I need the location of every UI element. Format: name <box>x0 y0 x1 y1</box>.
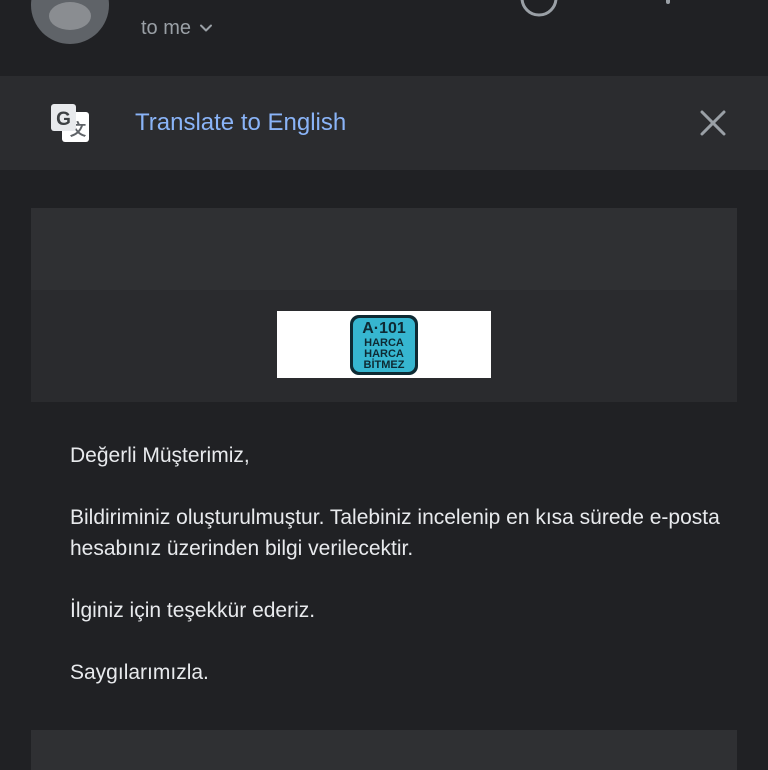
svg-text:G: G <box>56 109 71 130</box>
email-body: Değerli Müşterimiz, Bildiriminiz oluştur… <box>70 440 720 719</box>
person-avatar-icon <box>49 2 91 30</box>
body-paragraph: Bildiriminiz oluşturulmuştur. Talebiniz … <box>70 506 720 560</box>
more-options-icon[interactable] <box>666 0 670 4</box>
svg-text:A·101: A·101 <box>362 320 406 337</box>
closing-paragraph: Saygılarımızla. <box>70 661 209 684</box>
recipient-details-toggle[interactable]: to me <box>141 16 213 40</box>
recipient-label: to me <box>141 16 192 39</box>
greeting-paragraph: Değerli Müşterimiz, <box>70 444 250 467</box>
translate-bar <box>0 76 768 170</box>
brand-logo-banner: A·101 HARCA HARCA BİTMEZ <box>277 311 491 378</box>
chevron-down-icon <box>200 24 213 32</box>
email-footer-banner <box>31 730 737 770</box>
thanks-paragraph: İlginiz için teşekkür ederiz. <box>70 599 316 622</box>
emoji-react-icon[interactable] <box>519 0 559 18</box>
svg-text:BİTMEZ: BİTMEZ <box>364 358 405 371</box>
email-header-banner <box>31 208 737 290</box>
sender-avatar[interactable] <box>31 0 109 44</box>
translate-to-english-link[interactable]: Translate to English <box>135 108 346 138</box>
google-translate-icon: 文 G <box>51 104 89 142</box>
close-icon[interactable] <box>698 108 728 138</box>
a101-logo: A·101 HARCA HARCA BİTMEZ <box>350 315 418 375</box>
email-header: to me <box>0 0 768 76</box>
